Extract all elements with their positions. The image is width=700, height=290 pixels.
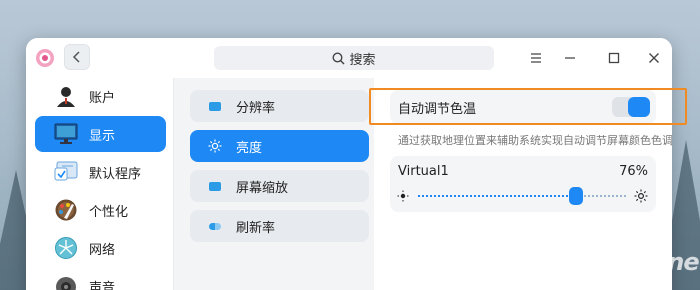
chevron-left-icon [72, 51, 80, 63]
slider-thumb[interactable] [569, 187, 584, 205]
monitor-icon [53, 121, 79, 147]
highlight-annotation [369, 88, 687, 125]
sidebar-item-sound[interactable]: 声音 [35, 268, 166, 290]
network-icon [53, 235, 79, 261]
user-avatar-icon [53, 83, 79, 109]
speaker-icon [53, 273, 79, 290]
minimize-icon [565, 57, 575, 59]
brightness-icon [208, 139, 222, 153]
submenu-item-brightness[interactable]: 亮度 [190, 130, 369, 162]
maximize-button[interactable] [604, 48, 624, 68]
sidebar-item-label: 声音 [89, 280, 116, 290]
brightness-low-icon [396, 189, 410, 203]
default-apps-icon [53, 159, 79, 185]
submenu-item-label: 刷新率 [236, 220, 276, 236]
app-logo-icon [35, 48, 55, 68]
maximize-icon [608, 52, 620, 64]
sidebar-item-label: 显示 [89, 128, 116, 144]
submenu-item-label: 亮度 [236, 140, 263, 156]
sidebar-item-label: 网络 [89, 242, 116, 258]
sidebar-item-label: 账户 [89, 90, 116, 106]
submenu-item-label: 分辨率 [236, 100, 276, 116]
titlebar: 搜索 [26, 38, 672, 78]
search-placeholder: 搜索 [349, 52, 376, 68]
back-button[interactable] [64, 44, 90, 70]
menu-icon [531, 53, 541, 63]
sidebar-item-label: 默认程序 [89, 166, 142, 182]
auto-color-temp-description: 通过获取地理位置来辅助系统实现自动调节屏幕颜色色调 [398, 134, 672, 147]
sidebar-item-label: 个性化 [89, 204, 129, 220]
slider-track-filled [418, 195, 577, 197]
sidebar-item-display[interactable]: 显示 [35, 116, 166, 152]
refresh-rate-icon [208, 219, 222, 233]
submenu-item-refresh-rate[interactable]: 刷新率 [190, 210, 369, 242]
watermark-subtitle: 太平洋电脑网 [602, 279, 668, 288]
monitor-brightness-card: Virtual1 76% [390, 156, 656, 212]
search-input[interactable]: 搜索 [214, 46, 494, 70]
sidebar-item-network[interactable]: 网络 [35, 230, 166, 266]
palette-icon [53, 197, 79, 223]
search-icon [332, 51, 346, 65]
brightness-percent: 76% [619, 164, 648, 179]
watermark-brand: PConline [588, 248, 700, 276]
sidebar-item-accounts[interactable]: 账户 [35, 78, 166, 114]
settings-window: 搜索 账户 显示 默认程序 个性化 网络 声音 分辨率 亮度 屏幕缩放 刷新率 … [26, 38, 672, 290]
resolution-icon [208, 99, 222, 113]
menu-button[interactable] [526, 48, 546, 68]
scale-icon [208, 179, 222, 193]
monitor-name: Virtual1 [398, 164, 449, 179]
submenu-item-resolution[interactable]: 分辨率 [190, 90, 369, 122]
submenu-item-scaling[interactable]: 屏幕缩放 [190, 170, 369, 202]
close-icon [649, 53, 659, 63]
sidebar-item-default-apps[interactable]: 默认程序 [35, 154, 166, 190]
brightness-slider[interactable] [396, 186, 650, 206]
sidebar-item-personalization[interactable]: 个性化 [35, 192, 166, 228]
brightness-high-icon [634, 189, 648, 203]
display-submenu: 分辨率 亮度 屏幕缩放 刷新率 [174, 78, 374, 290]
slider-track-remaining [576, 195, 626, 197]
sidebar: 账户 显示 默认程序 个性化 网络 声音 [26, 78, 174, 290]
close-button[interactable] [644, 48, 664, 68]
minimize-button[interactable] [560, 48, 580, 68]
submenu-item-label: 屏幕缩放 [236, 180, 289, 196]
watermark-logo: PConline 太平洋电脑网 [588, 248, 700, 288]
